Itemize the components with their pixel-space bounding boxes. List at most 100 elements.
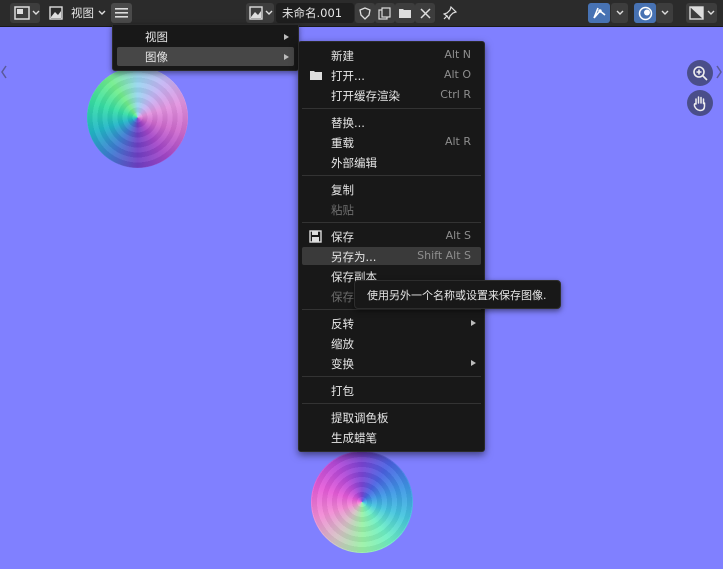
menu-item-resize[interactable]: 缩放 xyxy=(302,334,481,352)
menu-item-view[interactable]: 视图 xyxy=(117,27,294,46)
browse-image-button[interactable] xyxy=(246,3,274,23)
menu-item-save[interactable]: 保存 Alt S xyxy=(302,227,481,245)
menu-item-pack[interactable]: 打包 xyxy=(302,381,481,399)
label: 变换 xyxy=(331,357,354,371)
normal-map-sphere-top xyxy=(87,67,188,168)
menu-item-extract-palette[interactable]: 提取调色板 xyxy=(302,408,481,426)
menu-item-generate-grease-pencil[interactable]: 生成蜡笔 xyxy=(302,428,481,446)
image-name-field[interactable]: 未命名.001 xyxy=(276,3,354,23)
submenu-arrow-icon xyxy=(284,33,289,40)
menu-item-open-cached-render[interactable]: 打开缓存渲染 Ctrl R xyxy=(302,86,481,104)
chevron-down-icon xyxy=(616,10,624,15)
submenu-arrow-icon xyxy=(284,53,289,60)
duplicate-icon xyxy=(378,6,391,20)
fake-user-shield-icon xyxy=(359,6,371,20)
image-editor-header: 视图 未命名.001 xyxy=(0,0,723,27)
gizmo-dropdown[interactable] xyxy=(611,3,628,23)
menu-item-reload[interactable]: 重载 Alt R xyxy=(302,133,481,151)
menu-item-paste: 粘贴 xyxy=(302,200,481,218)
folder-icon xyxy=(399,9,411,18)
display-channels-icon xyxy=(689,6,704,20)
menu-separator xyxy=(302,309,481,310)
menu-item-label: 视图 xyxy=(145,29,168,44)
editor-type-selector[interactable] xyxy=(10,3,40,23)
menu-item-transform[interactable]: 变换 xyxy=(302,354,481,372)
close-icon xyxy=(420,7,431,19)
image-browse-icon xyxy=(249,6,263,20)
label: 替换... xyxy=(331,116,365,130)
menu-item-copy[interactable]: 复制 xyxy=(302,180,481,198)
save-icon xyxy=(309,230,322,243)
image-mode-icon xyxy=(49,6,63,20)
label: 保存 xyxy=(331,290,354,304)
menu-item-replace[interactable]: 替换... xyxy=(302,113,481,131)
overlay-toggle[interactable] xyxy=(634,3,656,23)
chevron-down-icon xyxy=(98,10,106,15)
label: 打开缓存渲染 xyxy=(331,89,400,103)
hamburger-icon xyxy=(115,8,128,18)
fake-user-button[interactable] xyxy=(355,3,375,23)
label: 另存为... xyxy=(331,250,377,264)
menu-item-save-as[interactable]: 另存为... Shift Alt S xyxy=(302,247,481,265)
chevron-down-icon xyxy=(661,10,669,15)
menu-item-invert[interactable]: 反转 xyxy=(302,314,481,332)
gizmo-toggle[interactable] xyxy=(588,3,610,23)
editor-main-menu: 视图 图像 xyxy=(112,24,299,71)
label: 保存 xyxy=(331,230,354,244)
zoom-navigation-button[interactable] xyxy=(687,60,713,86)
shortcut: Alt O xyxy=(443,68,471,81)
menu-separator xyxy=(302,376,481,377)
shortcut: Alt R xyxy=(444,135,471,148)
pan-navigation-button[interactable] xyxy=(687,90,713,116)
shortcut: Shift Alt S xyxy=(417,249,471,262)
chevron-down-icon xyxy=(32,10,40,15)
chevron-down-icon xyxy=(265,10,273,15)
normal-map-sphere-bottom xyxy=(311,451,413,553)
view-mode-dropdown[interactable]: 视图 xyxy=(47,3,107,23)
label: 复制 xyxy=(331,183,354,197)
label: 缩放 xyxy=(331,337,354,351)
label: 新建 xyxy=(331,49,354,63)
menu-separator xyxy=(302,222,481,223)
menu-separator xyxy=(302,108,481,109)
menu-item-label: 图像 xyxy=(145,49,168,64)
submenu-arrow-icon xyxy=(471,360,476,366)
display-channels-dropdown[interactable] xyxy=(686,3,717,23)
image-editor-icon xyxy=(14,6,30,20)
gizmo-icon xyxy=(593,7,606,19)
label: 外部编辑 xyxy=(331,156,377,170)
pin-button[interactable] xyxy=(440,3,460,23)
tooltip-text: 使用另外一个名称或设置来保存图像. xyxy=(367,288,547,302)
hamburger-menu-button[interactable] xyxy=(111,3,132,23)
open-image-button[interactable] xyxy=(395,3,415,23)
menu-item-new[interactable]: 新建 Alt N xyxy=(302,46,481,64)
label: 打包 xyxy=(331,384,354,398)
shortcut: Alt N xyxy=(444,48,471,61)
save-as-tooltip: 使用另外一个名称或设置来保存图像. xyxy=(354,280,561,309)
label: 反转 xyxy=(331,317,354,331)
right-sidebar-toggle-icon[interactable] xyxy=(716,65,722,79)
image-menu: 新建 Alt N 打开... Alt O 打开缓存渲染 Ctrl R 替换...… xyxy=(298,41,485,452)
shortcut: Alt S xyxy=(445,229,471,242)
new-image-button[interactable] xyxy=(375,3,395,23)
hand-icon xyxy=(693,95,706,111)
overlay-dropdown[interactable] xyxy=(656,3,673,23)
shortcut: Ctrl R xyxy=(440,88,471,101)
image-name-text: 未命名.001 xyxy=(282,6,343,20)
view-menu-label: 视图 xyxy=(71,6,94,20)
label: 打开... xyxy=(331,69,365,83)
menu-item-image[interactable]: 图像 xyxy=(117,47,294,66)
submenu-arrow-icon xyxy=(471,320,476,326)
overlay-icon xyxy=(638,6,653,20)
left-sidebar-toggle-icon[interactable] xyxy=(1,65,7,79)
menu-separator xyxy=(302,403,481,404)
folder-icon xyxy=(310,71,322,80)
chevron-down-icon xyxy=(707,10,715,15)
zoom-icon xyxy=(693,66,708,81)
pin-icon xyxy=(443,6,457,20)
menu-item-external-edit[interactable]: 外部编辑 xyxy=(302,153,481,171)
label: 重载 xyxy=(331,136,354,150)
menu-item-open[interactable]: 打开... Alt O xyxy=(302,66,481,84)
unlink-image-button[interactable] xyxy=(415,3,435,23)
label: 粘贴 xyxy=(331,203,354,217)
